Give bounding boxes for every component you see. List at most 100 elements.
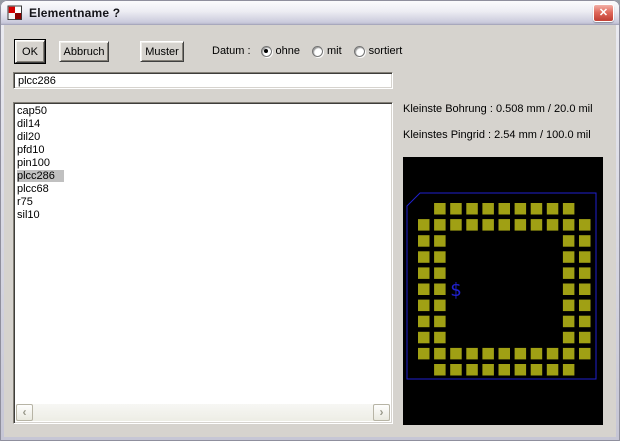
smd-pad [579,284,591,296]
smd-pad [563,251,575,262]
radio-label: sortiert [369,45,403,57]
smd-pad [466,219,478,231]
smd-pad [547,364,559,376]
origin-marker-glyph: $ [450,279,461,301]
smd-pad [579,235,591,247]
smd-pad [547,203,559,215]
smd-pad [434,284,446,296]
cancel-button[interactable]: Abbruch [59,41,109,62]
smd-pad [434,332,446,344]
radio-option-sortiert[interactable]: sortiert [354,45,403,57]
smd-pad [499,348,511,360]
smd-pad [531,364,543,376]
smd-pad [579,300,591,312]
eagle-app-icon [7,5,23,21]
list-item[interactable]: pfd10 [14,144,392,157]
list-item[interactable]: pin100 [14,157,392,170]
smd-pad [579,348,591,360]
smd-pad [531,348,543,360]
element-list-items: cap50dil14dil20pfd10pin100plcc286plcc68r… [14,103,392,222]
smd-pad [563,332,575,344]
smd-pad [418,332,430,344]
smd-pad [563,348,575,360]
smd-pad [434,219,446,231]
smd-pad [482,203,494,215]
smd-pad [563,267,575,279]
smd-pad [547,348,559,360]
smd-pad [450,219,462,231]
elementname-input[interactable] [13,72,393,89]
scroll-left-icon[interactable]: ‹ [16,404,33,421]
smd-pad [515,219,527,231]
close-button[interactable]: ✕ [593,4,614,22]
smd-pad [418,316,430,328]
smd-pad [434,267,446,279]
smd-pad [579,267,591,279]
smd-pad [434,203,446,215]
ok-button[interactable]: OK [15,40,45,63]
smd-pad [563,364,575,376]
scroll-right-icon[interactable]: › [373,404,390,421]
radio-option-mit[interactable]: mit [312,45,342,57]
smd-pad [563,284,575,296]
smd-pad [466,203,478,215]
list-item[interactable]: r75 [14,196,392,209]
smd-pad [531,219,543,231]
smd-pad [418,235,430,247]
smd-pad [563,219,575,231]
list-item[interactable]: plcc68 [14,183,392,196]
smd-pad [563,316,575,328]
radio-button-icon[interactable] [354,46,365,57]
list-item[interactable]: cap50 [14,105,392,118]
smd-pad [434,348,446,360]
preview-svg: $ [403,157,603,425]
horizontal-scrollbar[interactable]: ‹ › [16,404,390,421]
smd-pad [418,219,430,231]
list-item[interactable]: plcc286 [14,170,392,183]
smd-pad [515,203,527,215]
dialog-client-area: OK Abbruch Muster Datum : ohne mit sortier… [4,25,616,437]
smd-pad [434,251,446,262]
smd-pad [482,364,494,376]
smd-pad [515,348,527,360]
smd-pad [499,364,511,376]
window-title: Elementname ? [29,6,120,20]
smd-pad [499,219,511,231]
smd-pad [450,203,462,215]
smd-pad [563,300,575,312]
smd-pad [579,316,591,328]
radio-button-icon[interactable] [261,46,272,57]
smd-pad [418,348,430,360]
pattern-button[interactable]: Muster [140,41,184,62]
smd-pad [418,251,430,262]
dialog-window: Elementname ? ✕ OK Abbruch Muster Datum … [0,0,620,441]
smd-pad [466,348,478,360]
title-bar[interactable]: Elementname ? ✕ [1,1,619,25]
smd-pad [450,348,462,360]
smd-pad [499,203,511,215]
datum-radio-group: ohne mit sortiert [261,45,415,57]
radio-button-icon[interactable] [312,46,323,57]
smd-pad [547,219,559,231]
smd-pad [531,203,543,215]
min-drill-info: Kleinste Bohrung : 0.508 mm / 20.0 mil [403,103,593,115]
radio-option-ohne[interactable]: ohne [261,45,300,57]
datum-options-row: Datum : ohne mit sortiert [212,41,414,61]
smd-pad [434,316,446,328]
radio-label: mit [327,45,342,57]
smd-pad [434,364,446,376]
datum-label: Datum : [212,45,251,57]
smd-pad [434,300,446,312]
element-list[interactable]: cap50dil14dil20pfd10pin100plcc286plcc68r… [13,102,393,424]
smd-pad [563,203,575,215]
smd-pad [434,235,446,247]
list-item[interactable]: dil14 [14,118,392,131]
list-item[interactable]: sil10 [14,209,392,222]
smd-pad [563,235,575,247]
smd-pad [579,219,591,231]
smd-pad [579,332,591,344]
smd-pad [418,284,430,296]
smd-pad [515,364,527,376]
list-item[interactable]: dil20 [14,131,392,144]
radio-label: ohne [276,45,300,57]
